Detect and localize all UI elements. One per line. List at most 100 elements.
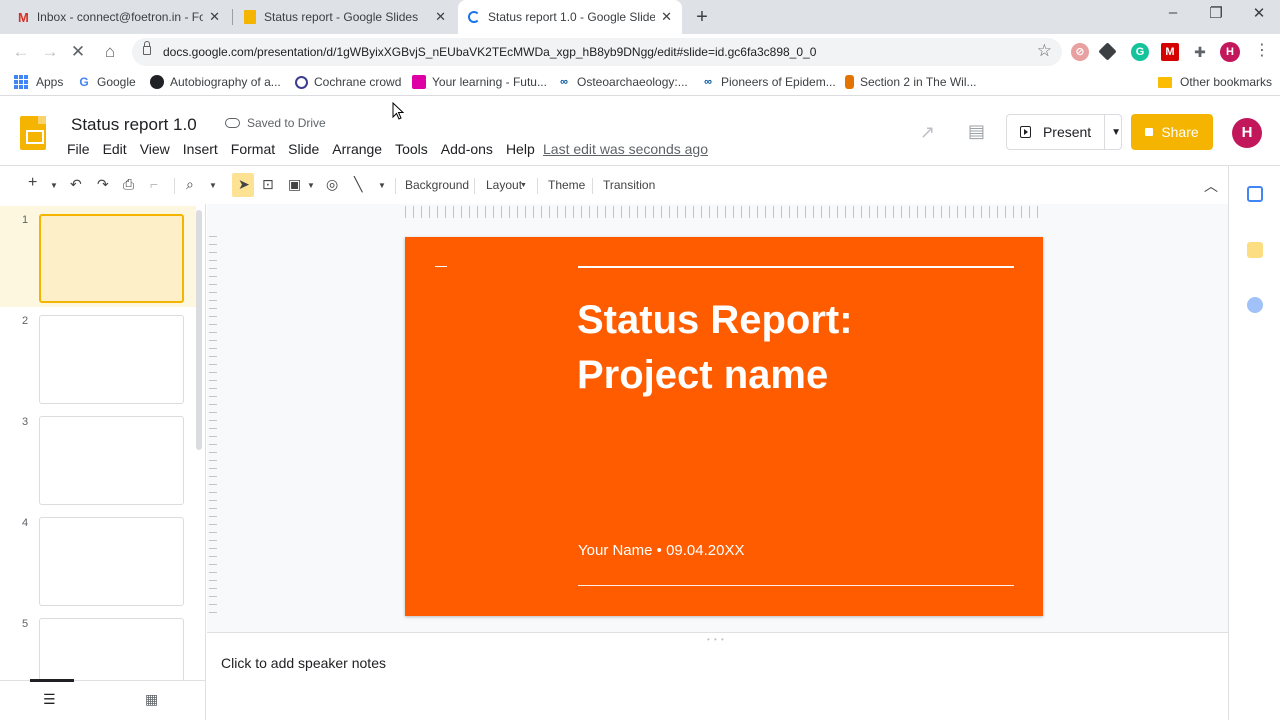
grammarly-icon[interactable]: G [1131,43,1149,61]
line-dropdown-icon[interactable]: ▼ [378,181,386,190]
menu-insert[interactable]: Insert [183,141,218,157]
menu-format[interactable]: Format [231,141,275,157]
layout-button[interactable]: Layout [486,178,522,192]
extensions-puzzle-icon[interactable]: ✚ [1191,43,1209,61]
bookmark-osteoarchaeology[interactable]: ∞ Osteoarchaeology:... [557,75,688,89]
collapse-toolbar-icon[interactable]: ︿ [1204,176,1218,196]
document-title[interactable]: Status report 1.0 [71,115,197,135]
select-cursor-icon[interactable]: ➤ [238,176,250,193]
speaker-notes[interactable]: • • • Click to add speaker notes [207,632,1228,720]
present-button[interactable]: Present ▼ [1006,114,1122,150]
new-tab-icon[interactable]: + [692,6,712,29]
activity-trend-icon[interactable]: ↗ [920,122,935,143]
layout-dropdown-icon[interactable]: ▼ [520,182,527,189]
slide-thumbnail[interactable]: 5 [0,610,196,680]
new-slide-icon[interactable]: + [28,174,37,192]
horizontal-ruler[interactable] [405,206,1043,218]
slide-thumbnail[interactable]: 2 [0,307,196,408]
calendar-icon[interactable] [1247,186,1263,202]
redo-icon[interactable]: ↷ [97,176,109,193]
image-dropdown-icon[interactable]: ▼ [307,181,315,190]
lock-icon [143,41,151,55]
home-icon[interactable]: ⌂ [99,41,121,63]
undo-icon[interactable]: ↶ [70,176,82,193]
zoom-dropdown-icon[interactable]: ▼ [209,181,217,190]
keep-icon[interactable] [1247,242,1263,258]
grid-view-icon[interactable]: ▦ [145,691,158,708]
share-button[interactable]: Share [1131,114,1213,150]
slide-title[interactable]: Status Report: Project name [577,293,1007,403]
bookmark-cochrane[interactable]: Cochrane crowd [295,75,401,89]
bookmark-apps[interactable]: Apps [14,75,63,89]
slide-preview[interactable] [39,315,184,404]
extension-diamond-icon[interactable] [1098,42,1117,61]
browser-menu-icon[interactable]: ⋮ [1254,40,1270,60]
address-bar[interactable]: docs.google.com/presentation/d/1gWByixXG… [132,38,1062,66]
restore-icon[interactable]: ❐ [1201,4,1231,22]
tasks-icon[interactable] [1247,297,1263,313]
menu-slide[interactable]: Slide [288,141,319,157]
slide-thumbnail[interactable]: 4 [0,509,196,610]
background-button[interactable]: Background [405,178,469,192]
image-icon[interactable]: ▣ [288,176,301,193]
forward-icon[interactable]: → [39,41,61,63]
line-icon[interactable]: ╲ [354,176,362,193]
comments-icon[interactable]: ▤ [968,121,985,142]
menu-arrange[interactable]: Arrange [332,141,382,157]
account-avatar[interactable]: H [1232,118,1262,148]
window-close-icon[interactable]: ✕ [1244,4,1274,22]
slides-logo-icon[interactable] [20,116,46,150]
extension-icon[interactable]: ⊘ [1071,43,1089,61]
transition-button[interactable]: Transition [603,178,655,192]
text-box-icon[interactable]: ⊡ [262,176,274,193]
minimize-icon[interactable]: – [1158,4,1188,21]
close-tab-icon[interactable]: ✕ [209,9,220,25]
cochrane-icon [295,75,308,89]
browser-profile-avatar[interactable]: H [1220,42,1240,62]
tab-status-report-1[interactable]: Status report 1.0 - Google Slides ✕ [458,0,682,34]
bookmark-label: Osteoarchaeology:... [577,75,688,89]
slide-preview[interactable] [39,618,184,680]
zoom-icon[interactable]: ⌕ [186,176,194,193]
other-bookmarks[interactable]: Other bookmarks [1158,75,1272,89]
vertical-ruler[interactable] [209,236,217,616]
slide-thumbnail[interactable]: 3 [0,408,196,509]
active-view-indicator [30,679,74,682]
bookmark-google[interactable]: G Google [77,75,136,89]
menu-tools[interactable]: Tools [395,141,428,157]
tab-gmail[interactable]: M Inbox - connect@foetron.in - Fo ✕ [8,0,230,34]
menu-view[interactable]: View [140,141,170,157]
filmstrip-scrollbar[interactable] [196,210,202,450]
filmstrip-view-icon[interactable]: ☰ [43,691,56,708]
menu-edit[interactable]: Edit [103,141,127,157]
slide-thumbnail[interactable]: 1 [0,206,196,307]
stop-loading-icon[interactable]: ✕ [67,41,89,63]
slide-preview[interactable] [39,416,184,505]
last-edit-link[interactable]: Last edit was seconds ago [543,141,708,157]
new-slide-dropdown-icon[interactable]: ▼ [50,181,58,190]
bookmark-pioneers[interactable]: ∞ Pioneers of Epidem... [701,75,836,89]
mendeley-icon[interactable]: M [1161,43,1179,61]
back-icon[interactable]: ← [10,41,32,63]
bookmark-star-icon[interactable]: ☆ [1037,41,1052,61]
slide-preview[interactable] [39,517,184,606]
menu-add-ons[interactable]: Add-ons [441,141,493,157]
slide-subtitle[interactable]: Your Name • 09.04.20XX [578,542,744,559]
print-icon[interactable]: ⎙ [123,176,134,193]
slide-preview[interactable] [39,214,184,303]
present-dropdown-icon[interactable]: ▼ [1111,127,1121,138]
close-tab-icon[interactable]: ✕ [435,9,446,25]
current-slide[interactable]: Status Report: Project name Your Name • … [405,237,1043,616]
bookmark-futurelearn[interactable]: Your learning - Futu... [412,75,547,89]
bookmark-section-2[interactable]: Section 2 in The Wil... [845,75,977,89]
speaker-notes-placeholder[interactable]: Click to add speaker notes [221,655,386,671]
notes-resize-handle[interactable]: • • • [707,635,725,644]
bookmark-autobiography[interactable]: Autobiography of a... [150,75,281,89]
theme-button[interactable]: Theme [548,178,585,192]
menu-help[interactable]: Help [506,141,535,157]
close-tab-icon[interactable]: ✕ [661,9,672,25]
paint-format-icon[interactable]: ⌐ [150,176,158,192]
tab-status-report[interactable]: Status report - Google Slides ✕ [234,0,456,34]
menu-file[interactable]: File [67,141,90,157]
shape-icon[interactable]: ◎ [326,176,338,193]
